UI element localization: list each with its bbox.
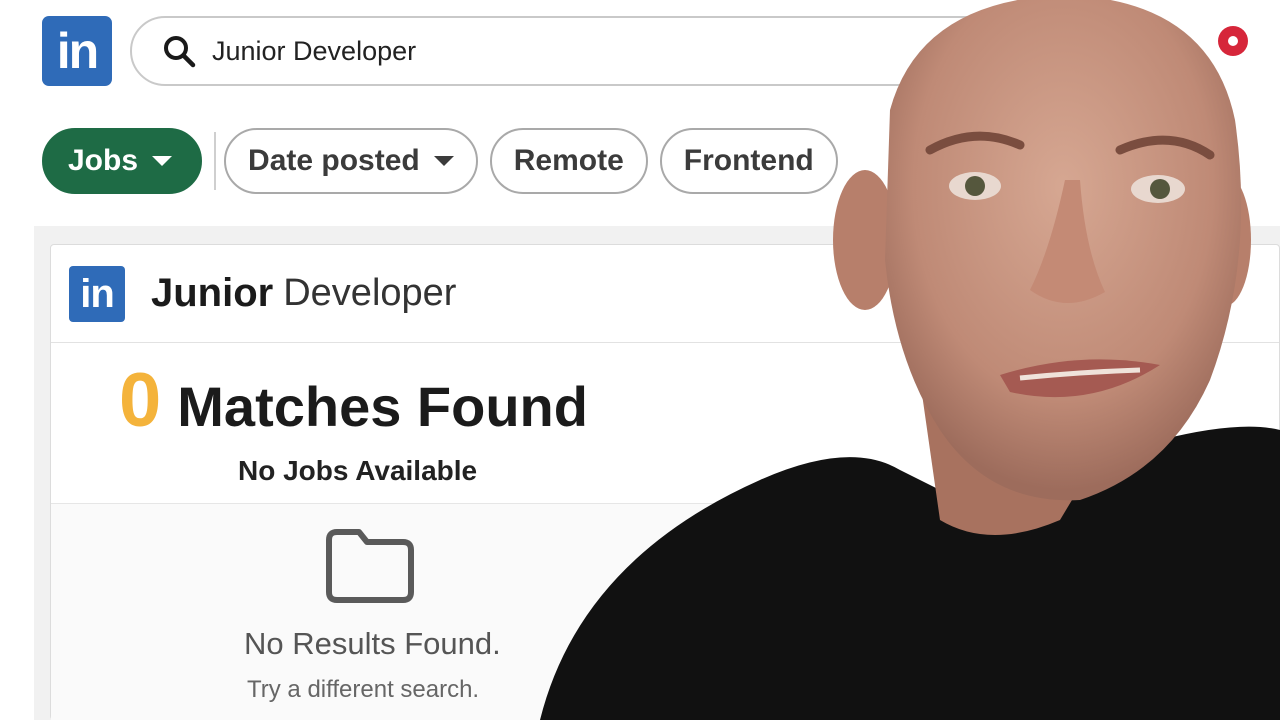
results-title-bold: Junior — [151, 271, 274, 315]
date-posted-filter-button[interactable]: Date posted — [224, 128, 478, 194]
no-jobs-subtitle: No Jobs Available — [238, 455, 478, 486]
empty-hint: Try a different search. — [247, 676, 480, 703]
match-count: 0 — [119, 358, 162, 443]
chevron-down-icon — [433, 156, 454, 166]
linkedin-logo[interactable]: in — [42, 16, 112, 86]
match-summary: 0 Matches Found — [119, 357, 588, 444]
presenter-photo — [540, 0, 1280, 720]
folder-icon — [326, 529, 414, 603]
filter-divider — [214, 132, 217, 190]
chevron-down-icon — [152, 156, 173, 166]
search-icon — [164, 36, 196, 68]
jobs-filter-label: Jobs — [68, 144, 139, 177]
empty-title: No Results Found. — [244, 626, 501, 661]
jobs-filter-button[interactable]: Jobs — [42, 128, 203, 194]
results-title-light: Developer — [283, 272, 457, 314]
linkedin-logo-small: in — [69, 265, 125, 322]
search-input[interactable]: Junior Developer — [212, 36, 416, 67]
date-posted-label: Date posted — [248, 144, 420, 177]
